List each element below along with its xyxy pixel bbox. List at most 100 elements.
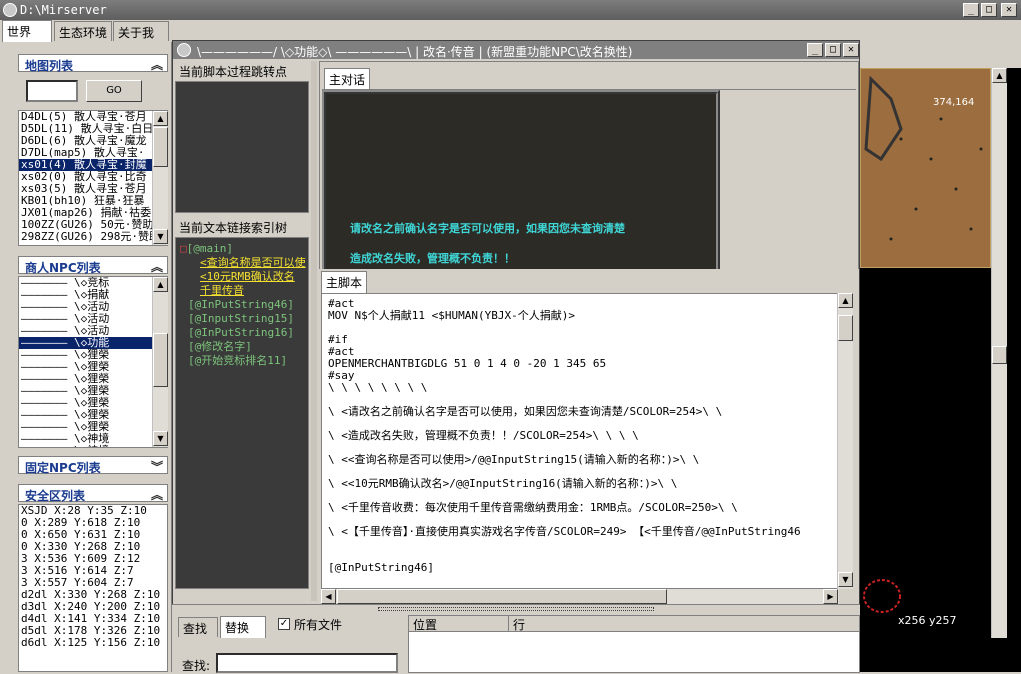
tab-about[interactable]: 关于我们 — [113, 21, 169, 57]
fixed-npc-panel: 固定NPC列表 ︾ — [18, 456, 168, 476]
find-label: 查找: — [182, 659, 211, 673]
tab-find[interactable]: 查找 — [178, 617, 218, 637]
code-line: \ <请改名之前确认名字是否可以使用，如果因您未查询清楚/SCOLOR=254>… — [328, 405, 723, 418]
npc-list-item-label: \◇神境 — [74, 444, 109, 448]
code-line: \ <<查询名称是否可以使用>/@@InputString15(请输入新的名称：… — [328, 453, 700, 466]
code-line: \ <【千里传音】·直接使用真实游戏名字传音/SCOLOR=249> 【<千里传… — [328, 525, 801, 538]
map-view[interactable]: 374,164 — [860, 68, 991, 268]
scroll-down-icon[interactable]: ▼ — [153, 229, 168, 244]
col-position[interactable]: 位置 — [409, 616, 509, 632]
tab-ecosystem[interactable]: 生态环境 — [54, 21, 112, 41]
scroll-up-icon[interactable]: ▲ — [153, 277, 168, 292]
script-vscroll[interactable]: ▲ ▼ — [837, 293, 853, 589]
resize-grip[interactable] — [378, 607, 654, 611]
link-tree[interactable]: □[@main] <查询名称是否可以使 <10元RMB确认改名 千里传音 [@InPut… — [175, 237, 309, 589]
code-line: MOV N$个人捐献11 <$HUMAN(YBJX-个人捐献)> — [328, 309, 575, 322]
npc-list-scrollbar[interactable]: ▲ ▼ — [152, 277, 168, 447]
npc-list[interactable]: ——————— \◇竞标 ——————— \◇捐献 ——————— \◇活动 ————… — [18, 276, 168, 448]
gear-icon — [177, 43, 191, 57]
tree-expand-icon[interactable]: □ — [180, 242, 187, 255]
map-list[interactable]: D4DL(5) 散人寻宝·苍月 D5DL(11) 散人寻宝·白日 D6DL(6) 散… — [18, 110, 168, 246]
safe-zone-item-label: d6dl X:125 Y:156 Z:10 — [21, 636, 161, 649]
dialog-title: \——————/ \◇功能◇\ ——————\ | 改名·传音 | (新盟重功能… — [197, 45, 633, 59]
npc-list-header: 商人NPC列表 ︽ — [18, 256, 168, 275]
npc-list-title: 商人NPC列表 — [25, 261, 101, 275]
safe-zone-title: 安全区列表 — [25, 489, 86, 503]
collapse-icon[interactable]: ︽ — [151, 486, 163, 503]
link-tree-label: 当前文本链接索引树 — [175, 217, 309, 235]
code-line: \ <<10元RMB确认改名>/@@InputString16(请输入新的名称：… — [328, 477, 678, 490]
minimize-button[interactable]: _ — [963, 3, 979, 17]
tree-node[interactable]: <查询名称是否可以使 — [200, 256, 306, 270]
tree-node[interactable]: [@InPutString16] — [188, 326, 294, 340]
dash-decoration: ——————— — [21, 444, 74, 448]
scroll-thumb[interactable] — [838, 315, 853, 341]
go-button[interactable]: GO — [86, 80, 142, 102]
tree-node-label: [@开始竞标排名11] — [188, 354, 288, 367]
maximize-button[interactable]: □ — [981, 3, 997, 17]
scroll-thumb[interactable] — [337, 589, 667, 604]
scroll-left-icon[interactable]: ◀ — [321, 589, 336, 604]
script-panel: 主脚本 #act MOV N$个人捐献11 <$HUMAN(YBJX-个人捐献)>… — [319, 269, 859, 605]
dialog-close-button[interactable]: ✕ — [843, 43, 859, 57]
npc-list-item[interactable]: ——————— \◇神境 — [19, 445, 167, 448]
map-vscroll[interactable]: ▲ — [991, 68, 1007, 638]
scroll-down-icon[interactable]: ▼ — [153, 431, 168, 446]
scroll-up-icon[interactable]: ▲ — [992, 68, 1007, 83]
dialog-minimize-button[interactable]: _ — [807, 43, 823, 57]
script-hscroll[interactable]: ◀ ▶ — [321, 589, 839, 605]
collapse-icon[interactable]: ︽ — [151, 56, 163, 73]
tree-node[interactable]: □[@main] — [180, 242, 233, 256]
tab-replace[interactable]: 替换 — [220, 616, 266, 638]
tree-node[interactable]: 千里传音 — [200, 284, 244, 298]
app-icon — [3, 3, 17, 17]
scroll-thumb[interactable] — [992, 346, 1007, 364]
col-line[interactable]: 行 — [509, 616, 859, 632]
scroll-up-icon[interactable]: ▲ — [838, 293, 853, 308]
tree-node[interactable]: [@修改名字] — [188, 340, 252, 354]
npc-dialog-preview: 请改名之前确认名字是否可以使用，如果因您未查询清楚 造成改名失败，管理概不负责！… — [322, 90, 720, 288]
safe-zone-item[interactable]: d6dl X:125 Y:156 Z:10 — [19, 637, 167, 649]
code-line: \ <造成改名失败，管理概不负责！！/SCOLOR=254>\ \ \ \ — [328, 429, 639, 442]
close-button[interactable]: ✕ — [1001, 3, 1017, 17]
splitter[interactable] — [311, 61, 317, 601]
code-line: [@InPutString46] — [328, 561, 434, 574]
tree-node[interactable]: [@InputString15] — [188, 312, 294, 326]
scroll-up-icon[interactable]: ▲ — [153, 111, 168, 126]
map-list-scrollbar[interactable]: ▲ ▼ — [152, 111, 168, 245]
fixed-npc-title: 固定NPC列表 — [25, 461, 101, 475]
scroll-thumb[interactable] — [153, 333, 168, 387]
tree-node-label: [@InPutString16] — [188, 326, 294, 339]
map-list-item[interactable]: 298ZZ(GU26) 298元·赞助 — [19, 231, 167, 243]
all-files-label: 所有文件 — [294, 618, 343, 632]
scroll-right-icon[interactable]: ▶ — [823, 589, 838, 604]
map-coord-top: 374,164 — [933, 97, 975, 108]
tab-main-script[interactable]: 主脚本 — [321, 271, 367, 293]
map-search-input[interactable] — [26, 80, 78, 102]
dialog-preview-panel: 主对话 请改名之前确认名字是否可以使用，如果因您未查询清楚 造成改名失败，管理概… — [319, 61, 859, 288]
tree-node-label: [@InPutString46] — [188, 298, 294, 311]
find-input[interactable] — [216, 653, 398, 673]
collapse-icon[interactable]: ︽ — [151, 258, 163, 275]
code-line: OPENMERCHANTBIGDLG 51 0 1 4 0 -20 1 345 … — [328, 357, 607, 370]
tree-node-label: [@main] — [186, 242, 233, 255]
fixed-npc-header[interactable]: 固定NPC列表 ︾ — [18, 456, 168, 475]
tab-main-dialog[interactable]: 主对话 — [324, 68, 370, 90]
map-toolbar — [860, 42, 1021, 68]
safe-zone-list[interactable]: XSJD X:28 Y:35 Z:10 0 X:289 Y:618 Z:10 0 X… — [18, 504, 168, 672]
tab-world[interactable]: 世界 — [2, 20, 52, 42]
script-editor[interactable]: #act MOV N$个人捐献11 <$HUMAN(YBJX-个人捐献)> #if #… — [321, 293, 839, 589]
jump-points-label: 当前脚本过程跳转点 — [175, 61, 309, 79]
all-files-checkbox[interactable]: ✓ — [278, 618, 290, 630]
scroll-thumb[interactable] — [153, 127, 168, 167]
tree-node[interactable]: [@InPutString46] — [188, 298, 294, 312]
dialog-maximize-button[interactable]: □ — [825, 43, 841, 57]
jump-points-pane[interactable] — [175, 81, 309, 213]
scroll-down-icon[interactable]: ▼ — [838, 572, 853, 587]
window-title: D:\Mirserver — [20, 3, 107, 17]
expand-icon[interactable]: ︾ — [151, 458, 163, 475]
results-list[interactable]: 位置 行 — [408, 615, 860, 673]
tree-node-label: [@InputString15] — [188, 312, 294, 325]
tree-node[interactable]: [@开始竞标排名11] — [188, 354, 287, 368]
tree-node[interactable]: <10元RMB确认改名 — [200, 270, 295, 284]
